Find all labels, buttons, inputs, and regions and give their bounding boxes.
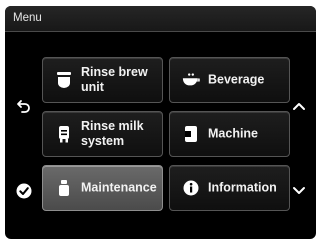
info-icon xyxy=(182,178,200,198)
tile-label: Machine xyxy=(208,126,259,141)
tile-rinse-milk-system[interactable]: Rinse milk system xyxy=(42,111,163,157)
chevron-down-icon xyxy=(293,187,305,194)
brew-unit-icon xyxy=(55,70,73,90)
tile-beverage[interactable]: Beverage xyxy=(169,57,290,103)
tile-machine[interactable]: Machine xyxy=(169,111,290,157)
machine-icon xyxy=(182,124,200,144)
page-title: Menu xyxy=(13,12,42,24)
tile-label: Maintenance xyxy=(81,180,157,195)
scroll-down-button[interactable] xyxy=(288,180,310,202)
scroll-up-button[interactable] xyxy=(288,95,310,117)
back-button[interactable] xyxy=(13,95,35,117)
beverage-icon xyxy=(182,70,200,90)
display-screen: Menu Rinse brew unit Beverage Rinse milk… xyxy=(5,6,316,239)
maintenance-icon xyxy=(55,178,73,198)
title-bar: Menu xyxy=(5,6,316,32)
tile-label: Rinse milk system xyxy=(81,119,144,148)
back-arrow-icon xyxy=(17,100,30,113)
confirm-button[interactable] xyxy=(13,180,35,202)
tile-rinse-brew-unit[interactable]: Rinse brew unit xyxy=(42,57,163,103)
tile-label: Beverage xyxy=(208,72,265,87)
checkmark-icon xyxy=(16,183,32,199)
tile-label: Rinse brew unit xyxy=(81,65,148,94)
tile-maintenance[interactable]: Maintenance xyxy=(42,165,163,211)
chevron-up-icon xyxy=(293,103,305,110)
tile-label: Information xyxy=(208,180,277,195)
milk-system-icon xyxy=(55,124,73,144)
tile-information[interactable]: Information xyxy=(169,165,290,211)
